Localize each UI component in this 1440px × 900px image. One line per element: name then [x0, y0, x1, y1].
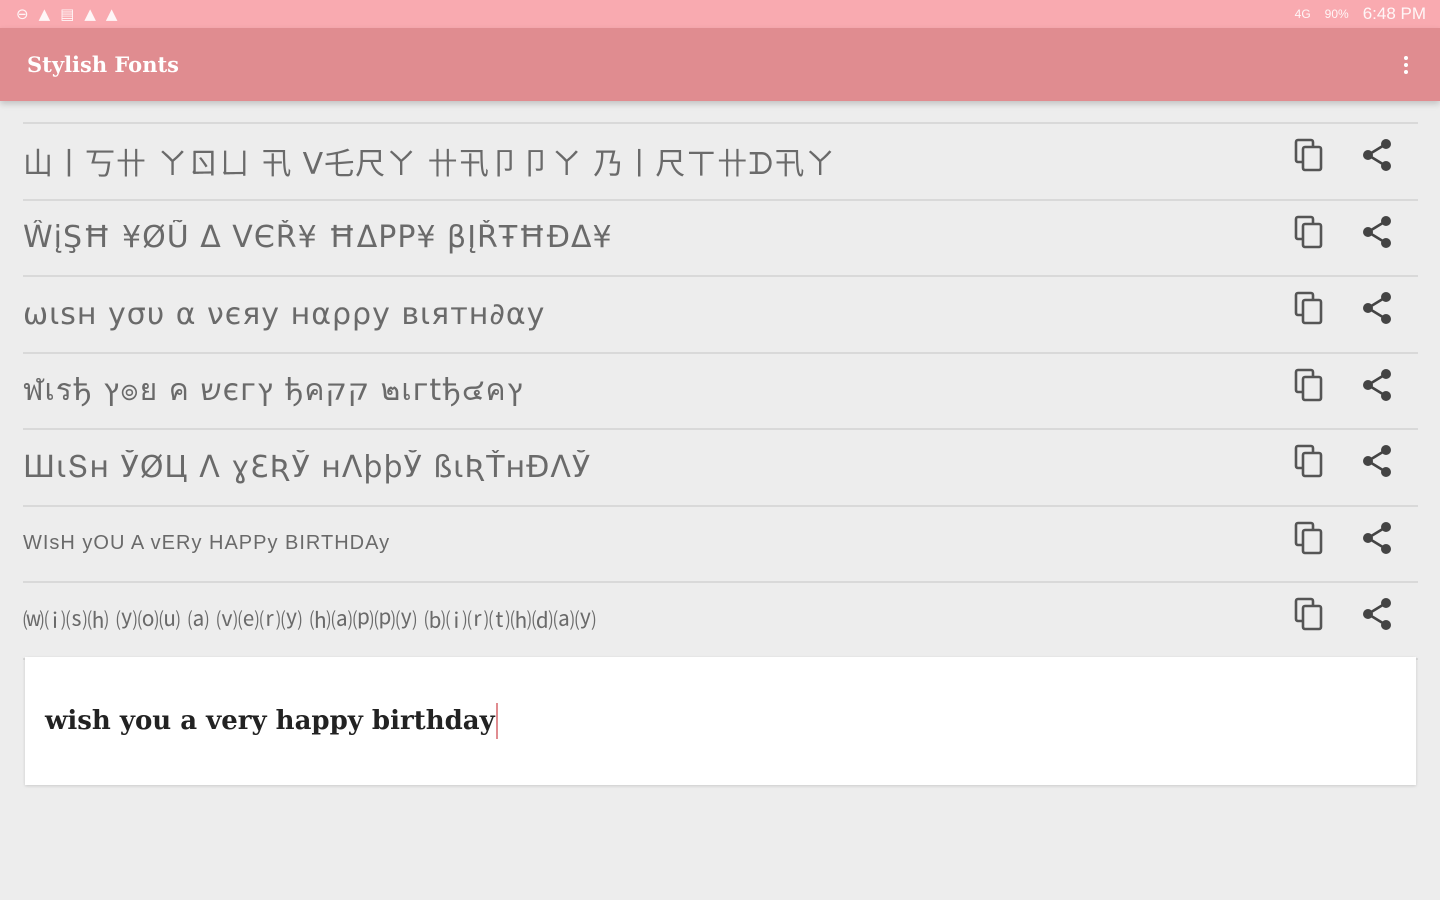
font-row: WIsH yOU A vERy HAPPy BIRTHDAy	[23, 507, 1418, 583]
warning-icon: ▲	[105, 4, 118, 23]
styled-text: ⒲⒤⒮⒣ ⒴⒪⒰ ⒜ ⒱⒠⒭⒴ ⒣⒜⒫⒫⒴ ⒝⒤⒭⒯⒣⒟⒜⒴	[23, 609, 597, 634]
app-bar: Stylish Fonts	[0, 28, 1440, 101]
share-icon[interactable]	[1362, 368, 1392, 402]
notification-icons: ⊖ ▲ ▤ ▲ ▲	[16, 4, 118, 23]
text-input[interactable]: wish you a very happy birthday	[45, 706, 495, 736]
row-actions	[1294, 215, 1392, 249]
styled-text: ШιՏн ЎØЦ Λ ɣƐƦЎ нΛþþЎ ßιƦŤнÐΛЎ	[23, 449, 592, 485]
battery-indicator: 90%	[1324, 7, 1349, 21]
copy-icon[interactable]	[1294, 521, 1324, 555]
font-list: 山丨丂卄 ㄚㄖㄩ 卂 ᐯ乇尺ㄚ 卄卂卩卩ㄚ 乃丨尺ㄒ卄ᗪ卂ㄚ ŴįŞĦ ¥ØŨ Δ…	[23, 122, 1418, 660]
circle-icon: ⊖	[16, 4, 29, 23]
warning-icon: ▲	[84, 4, 96, 23]
share-icon[interactable]	[1362, 138, 1392, 172]
warning-icon: ▲	[38, 4, 51, 23]
share-icon[interactable]	[1362, 291, 1392, 325]
styled-text: 山丨丂卄 ㄚㄖㄩ 卂 ᐯ乇尺ㄚ 卄卂卩卩ㄚ 乃丨尺ㄒ卄ᗪ卂ㄚ	[23, 147, 837, 183]
text-cursor	[495, 703, 498, 739]
status-bar: ⊖ ▲ ▤ ▲ ▲ 4G 90% 6:48 PM	[0, 0, 1440, 28]
row-actions	[1294, 291, 1392, 325]
clock: 6:48 PM	[1362, 4, 1426, 23]
copy-icon[interactable]	[1294, 291, 1324, 325]
copy-icon[interactable]	[1294, 444, 1324, 478]
font-row: ฬเรђ ץ๏ย ค שєгץ ђคקק ๒เгtђ๔คץ	[23, 354, 1418, 430]
font-row: ШιՏн ЎØЦ Λ ɣƐƦЎ нΛþþЎ ßιƦŤнÐΛЎ	[23, 430, 1418, 507]
row-actions	[1294, 368, 1392, 402]
copy-icon[interactable]	[1294, 138, 1324, 172]
font-row: ωιѕн уσυ α νєяу нαρρу вιятн∂αу	[23, 277, 1418, 354]
styled-text: ฬเรђ ץ๏ย ค שєгץ ђคקק ๒เгtђ๔คץ	[23, 373, 524, 409]
font-row: 山丨丂卄 ㄚㄖㄩ 卂 ᐯ乇尺ㄚ 卄卂卩卩ㄚ 乃丨尺ㄒ卄ᗪ卂ㄚ	[23, 124, 1418, 201]
copy-icon[interactable]	[1294, 597, 1324, 631]
row-actions	[1294, 138, 1392, 172]
network-indicator: 4G	[1294, 7, 1311, 21]
system-status: 4G 90% 6:48 PM	[1295, 4, 1426, 24]
row-actions	[1294, 444, 1392, 478]
share-icon[interactable]	[1362, 521, 1392, 555]
text-input-card[interactable]: wish you a very happy birthday	[25, 657, 1416, 785]
row-actions	[1294, 597, 1392, 631]
app-title: Stylish Fonts	[27, 52, 179, 77]
styled-text: ŴįŞĦ ¥ØŨ Δ VЄŘ¥ ĦΔPP¥ βĮŘŦĦĐΔ¥	[23, 220, 613, 256]
image-icon: ▤	[60, 4, 75, 23]
row-actions	[1294, 521, 1392, 555]
share-icon[interactable]	[1362, 597, 1392, 631]
copy-icon[interactable]	[1294, 215, 1324, 249]
styled-text: ωιѕн уσυ α νєяу нαρρу вιятн∂αу	[23, 296, 546, 332]
share-icon[interactable]	[1362, 444, 1392, 478]
styled-text: WIsH yOU A vERy HAPPy BIRTHDAy	[23, 532, 391, 555]
font-row: ŴįŞĦ ¥ØŨ Δ VЄŘ¥ ĦΔPP¥ βĮŘŦĦĐΔ¥	[23, 201, 1418, 277]
font-row: ⒲⒤⒮⒣ ⒴⒪⒰ ⒜ ⒱⒠⒭⒴ ⒣⒜⒫⒫⒴ ⒝⒤⒭⒯⒣⒟⒜⒴	[23, 583, 1418, 660]
overflow-menu-icon[interactable]	[1394, 50, 1418, 80]
share-icon[interactable]	[1362, 215, 1392, 249]
copy-icon[interactable]	[1294, 368, 1324, 402]
